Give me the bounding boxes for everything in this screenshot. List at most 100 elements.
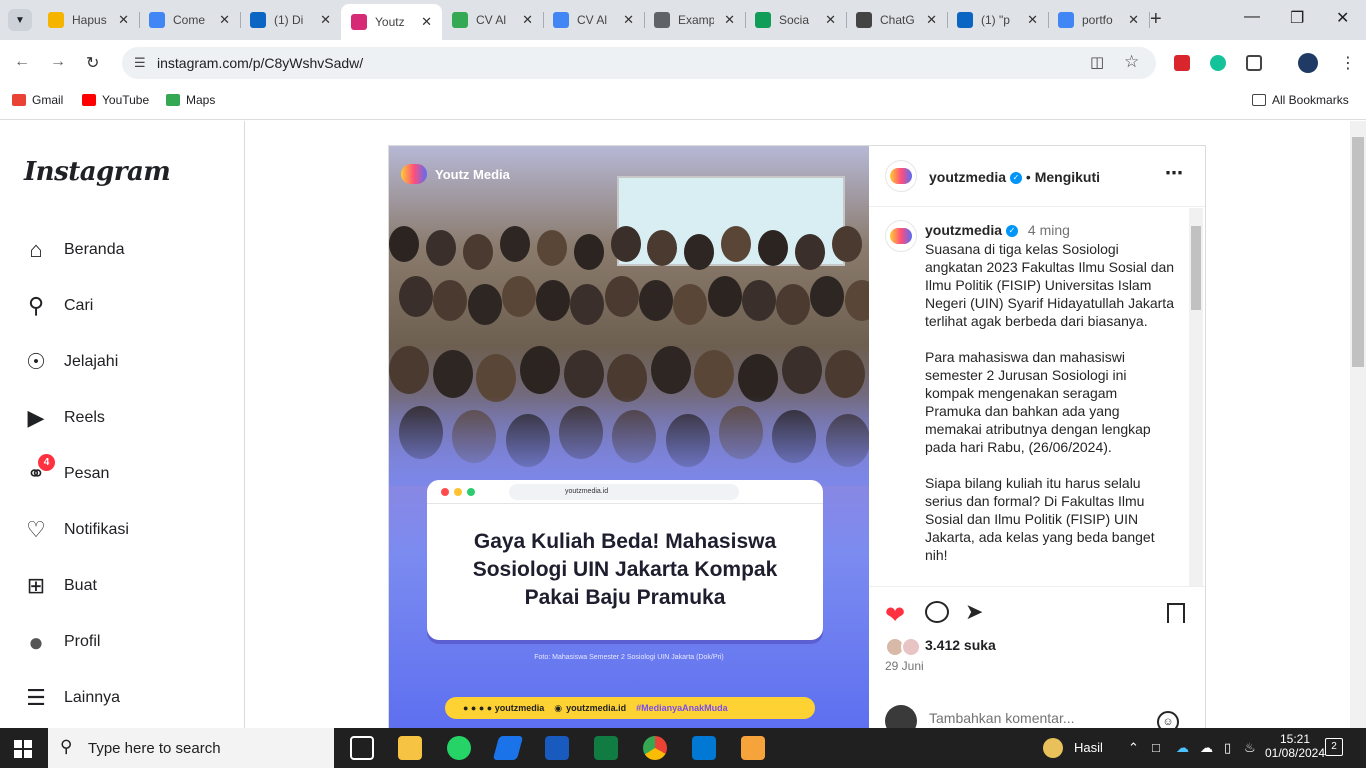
- all-bookmarks-button[interactable]: All Bookmarks: [1252, 93, 1349, 107]
- tab-close-icon[interactable]: ✕: [623, 12, 634, 28]
- share-icon[interactable]: ➤: [965, 599, 983, 625]
- tab-close-icon[interactable]: ✕: [724, 12, 735, 28]
- nav-buat[interactable]: ⊞ Buat: [24, 573, 97, 598]
- caption-avatar[interactable]: [885, 220, 917, 252]
- likes-count[interactable]: 3.412 suka: [925, 637, 996, 653]
- tab-8[interactable]: Socia ✕: [745, 6, 846, 34]
- tab-7[interactable]: Examp ✕: [644, 6, 745, 34]
- forward-button[interactable]: →: [50, 53, 66, 71]
- new-tab-button[interactable]: +: [1150, 8, 1162, 31]
- tab-close-icon[interactable]: ✕: [522, 12, 533, 28]
- tray-chevron-icon[interactable]: ⌃: [1128, 740, 1139, 756]
- taskbar-search-box[interactable]: ⚲ Type here to search: [48, 728, 334, 768]
- tab-10[interactable]: (1) "p ✕: [947, 6, 1048, 34]
- follow-status[interactable]: Mengikuti: [1035, 169, 1100, 185]
- tab-close-icon[interactable]: ✕: [1027, 12, 1038, 28]
- word-icon[interactable]: [545, 736, 569, 760]
- whatsapp-icon[interactable]: [447, 736, 471, 760]
- nav-jelajahi[interactable]: ☉ Jelajahi: [24, 349, 118, 374]
- address-bar[interactable]: ☰ instagram.com/p/C8yWshvSadw/ ◫ ☆: [122, 47, 1156, 79]
- folder-icon: [1252, 94, 1266, 106]
- profile-avatar[interactable]: [1298, 53, 1318, 73]
- bookmark-star-icon[interactable]: ☆: [1124, 52, 1139, 72]
- tab-3[interactable]: (1) Di ✕: [240, 6, 341, 34]
- app-icon[interactable]: [741, 736, 765, 760]
- caption-username[interactable]: youtzmedia: [925, 222, 1002, 238]
- extensions-puzzle-icon[interactable]: [1246, 55, 1262, 71]
- post-image[interactable]: Youtz Media youtzmedia.id Gaya Kuliah Be…: [389, 146, 869, 729]
- weather-label[interactable]: Hasil: [1074, 740, 1103, 755]
- notifications-icon[interactable]: 2: [1325, 738, 1343, 756]
- minimize-button[interactable]: —: [1244, 8, 1260, 26]
- grammarly-icon[interactable]: [1210, 55, 1226, 71]
- nav-lainnya[interactable]: ☰ Lainnya: [24, 685, 120, 710]
- person-head: [776, 284, 811, 325]
- volume-icon[interactable]: ♨: [1244, 740, 1256, 756]
- tray-app-icon[interactable]: □: [1152, 740, 1160, 755]
- bookmark-youtube[interactable]: YouTube: [82, 93, 149, 107]
- tab-11[interactable]: portfo ✕: [1048, 6, 1149, 34]
- tab-close-icon[interactable]: ✕: [825, 12, 836, 28]
- tab-search-button[interactable]: ▼: [8, 9, 32, 31]
- menu-kebab-icon[interactable]: ⋮: [1340, 53, 1356, 73]
- vscode-icon[interactable]: [692, 736, 716, 760]
- nav-cari[interactable]: ⚲ Cari: [24, 293, 93, 318]
- person-head: [604, 276, 639, 317]
- maximize-button[interactable]: ❐: [1290, 8, 1304, 28]
- author-avatar[interactable]: [885, 160, 917, 192]
- tab-title: Youtz: [375, 15, 405, 29]
- chrome-icon[interactable]: [643, 736, 667, 760]
- page-scrollbar[interactable]: [1350, 121, 1366, 728]
- tab-4[interactable]: Youtz ✕: [341, 4, 442, 40]
- reload-button[interactable]: ↻: [86, 53, 99, 73]
- save-bookmark-icon[interactable]: [1167, 603, 1185, 623]
- battery-icon[interactable]: ▯: [1224, 740, 1231, 756]
- install-app-icon[interactable]: ◫: [1090, 53, 1104, 71]
- back-button[interactable]: ←: [14, 53, 30, 71]
- instagram-logo[interactable]: Instagram: [24, 157, 171, 187]
- start-button[interactable]: [14, 740, 32, 758]
- extension-icon[interactable]: [1174, 55, 1190, 71]
- app-icon[interactable]: [492, 736, 524, 760]
- nav-notifikasi[interactable]: ♡ Notifikasi: [24, 517, 129, 542]
- tab-close-icon[interactable]: ✕: [320, 12, 331, 28]
- person-head: [741, 280, 776, 321]
- tab-close-icon[interactable]: ✕: [421, 14, 432, 30]
- tab-close-icon[interactable]: ✕: [926, 12, 937, 28]
- tab-9[interactable]: ChatG ✕: [846, 6, 947, 34]
- youtz-media-logo: Youtz Media: [401, 164, 510, 184]
- tab-favicon-icon: [1058, 12, 1074, 28]
- tab-close-icon[interactable]: ✕: [118, 12, 129, 28]
- author-username[interactable]: youtzmedia: [929, 169, 1006, 185]
- like-heart-icon[interactable]: ❤: [885, 601, 905, 630]
- more-options-icon[interactable]: ⋯: [1165, 163, 1183, 184]
- bookmark-maps[interactable]: Maps: [166, 93, 215, 107]
- comment-input[interactable]: Tambahkan komentar...: [929, 710, 1075, 726]
- task-view-icon[interactable]: [350, 736, 374, 760]
- tab-2[interactable]: Come ✕: [139, 6, 240, 34]
- file-explorer-icon[interactable]: [398, 736, 422, 760]
- site-info-icon[interactable]: ☰: [134, 55, 146, 71]
- cloud-icon[interactable]: ☁: [1200, 740, 1213, 756]
- caption-scrollbar[interactable]: [1189, 208, 1203, 586]
- tab-5[interactable]: CV Al ✕: [442, 6, 543, 34]
- close-window-button[interactable]: ✕: [1336, 8, 1349, 28]
- tab-close-icon[interactable]: ✕: [219, 12, 230, 28]
- bookmark-gmail[interactable]: Gmail: [12, 93, 63, 107]
- tab-1[interactable]: Hapus ✕: [38, 6, 139, 34]
- nav-beranda[interactable]: ⌂ Beranda: [24, 237, 124, 262]
- comment-icon[interactable]: [925, 601, 949, 623]
- onedrive-icon[interactable]: ☁: [1176, 740, 1189, 756]
- clock[interactable]: 15:21 01/08/2024: [1263, 732, 1327, 760]
- nav-profil[interactable]: ● Profil: [24, 627, 100, 657]
- excel-icon[interactable]: [594, 736, 618, 760]
- weather-icon[interactable]: [1043, 738, 1063, 758]
- tab-close-icon[interactable]: ✕: [1128, 12, 1139, 28]
- url-text[interactable]: instagram.com/p/C8yWshvSadw/: [157, 55, 363, 71]
- person-head: [501, 276, 536, 317]
- nav-reels[interactable]: ▶ Reels: [24, 405, 105, 430]
- nav-pesan[interactable]: ⚭ 4 Pesan: [24, 454, 109, 486]
- tab-6[interactable]: CV Al ✕: [543, 6, 644, 34]
- post-modal: Youtz Media youtzmedia.id Gaya Kuliah Be…: [388, 145, 1206, 737]
- person-head: [650, 346, 691, 394]
